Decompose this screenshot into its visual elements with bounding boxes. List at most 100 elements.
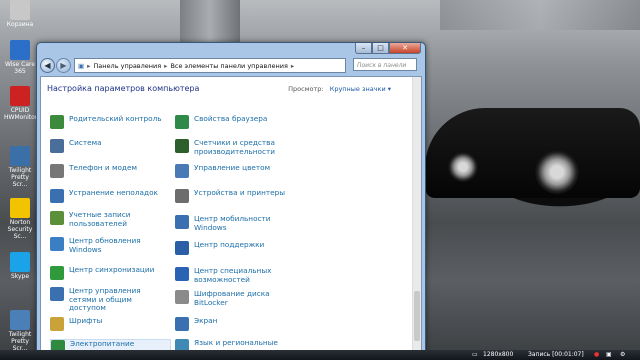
desktop-shortcut[interactable]: Twilight Pretty Scr... xyxy=(4,310,36,352)
folder-icon: ▣ xyxy=(78,61,85,70)
control-panel-item-label: Экран xyxy=(194,316,218,325)
control-panel-item-label: Свойства браузера xyxy=(194,114,268,123)
desktop-shortcut[interactable]: Wise Care 365 xyxy=(4,40,36,75)
view-by: Просмотр: Крупные значки ▾ xyxy=(288,85,391,93)
control-panel-item[interactable]: Шифрование диска BitLocker xyxy=(175,289,294,307)
control-panel-item[interactable]: Центр специальных возможностей xyxy=(175,266,294,284)
control-panel-item[interactable]: Телефон и модем xyxy=(50,163,169,178)
control-panel-item[interactable]: Устранение неполадок xyxy=(50,188,169,203)
camera-icon[interactable]: ▣ xyxy=(606,351,612,359)
control-panel-item-label: Электропитание xyxy=(70,339,135,348)
desktop-shortcut[interactable]: Skype xyxy=(4,252,36,280)
record-icon[interactable]: ● xyxy=(594,351,599,359)
control-panel-item[interactable]: Шрифты xyxy=(50,316,169,331)
user-accounts-icon xyxy=(50,211,64,225)
resolution-text: 1280x800 xyxy=(483,351,514,358)
control-panel-item[interactable]: Экран xyxy=(175,316,294,331)
control-panel-item[interactable]: Родительский контроль xyxy=(50,114,169,129)
fonts-icon xyxy=(50,317,64,331)
garage-ceiling xyxy=(180,0,240,42)
color-management-icon xyxy=(175,164,189,178)
scrollbar-thumb[interactable] xyxy=(414,291,420,341)
troubleshooting-icon xyxy=(50,189,64,203)
desktop-shortcut-label: Wise Care 365 xyxy=(4,61,36,75)
control-panel-item[interactable]: Счетчики и средства производительности xyxy=(175,138,294,156)
control-panel-item[interactable]: Система xyxy=(50,138,169,153)
desktop-shortcut[interactable]: Twilight Pretty Scr... xyxy=(4,146,36,188)
desktop-shortcut-label: Skype xyxy=(10,273,30,280)
action-center-icon xyxy=(175,241,189,255)
desktop-shortcut[interactable]: Корзина xyxy=(4,0,36,28)
wise-care-icon xyxy=(10,40,30,60)
control-panel-item[interactable]: Центр поддержки xyxy=(175,240,294,255)
control-panel-item-label: Устранение неполадок xyxy=(69,188,158,197)
forward-button[interactable]: ▶ xyxy=(56,58,71,73)
desktop-shortcut-label: Norton Security Sc... xyxy=(7,219,33,240)
parental-controls-icon xyxy=(50,115,64,129)
desktop-shortcut-label: Twilight Pretty Scr... xyxy=(8,167,32,188)
display-icon xyxy=(175,317,189,331)
taskbar: ▭ 1280x800 Запись [00:01:07] ● ▣ ⚙ xyxy=(0,350,640,360)
minimize-button[interactable]: – xyxy=(355,43,372,54)
windows-update-icon xyxy=(50,237,64,251)
control-panel-item[interactable]: Центр обновления Windows xyxy=(50,236,169,254)
control-panel-item[interactable]: Учетные записи пользователей xyxy=(50,210,169,228)
desktop-shortcut-label: Twilight Pretty Scr... xyxy=(8,331,32,352)
control-panel-item[interactable]: Центр синхронизации xyxy=(50,265,169,280)
screenshot-app-icon xyxy=(10,146,30,166)
control-panel-item-label: Шрифты xyxy=(69,316,103,325)
desktop-shortcut[interactable]: Norton Security Sc... xyxy=(4,198,36,240)
system-icon xyxy=(50,139,64,153)
address-row: ◀ ▶ ▣ ▸ Панель управления ▸ Все элементы… xyxy=(40,57,420,82)
back-button[interactable]: ◀ xyxy=(40,58,55,73)
maximize-button[interactable]: □ xyxy=(372,43,389,54)
desktop-shortcut-label: CPUID HWMonitor xyxy=(4,107,38,121)
control-panel-item-label: Родительский контроль xyxy=(69,114,162,123)
control-panel-item-label: Центр мобильности Windows xyxy=(194,214,271,232)
garage-beam xyxy=(440,0,640,30)
control-panel-item-label: Учетные записи пользователей xyxy=(69,210,131,228)
search-input[interactable]: Поиск в панели упр... xyxy=(353,58,417,82)
skype-icon xyxy=(10,252,30,272)
control-panel-item-label: Шифрование диска BitLocker xyxy=(194,289,270,307)
close-button[interactable]: ✕ xyxy=(389,43,421,54)
screen-icon: ▭ xyxy=(472,351,478,358)
control-panel-window: – □ ✕ ◀ ▶ ▣ ▸ Панель управления ▸ Все эл… xyxy=(36,42,426,355)
breadcrumb-all-items[interactable]: Все элементы панели управления xyxy=(170,62,287,70)
phone-modem-icon xyxy=(50,164,64,178)
internet-options-icon xyxy=(175,115,189,129)
view-by-dropdown[interactable]: Крупные значки ▾ xyxy=(330,85,391,93)
mobility-center-icon xyxy=(175,215,189,229)
recycle-bin-icon xyxy=(10,0,30,20)
desktop-shortcut-label: Корзина xyxy=(6,21,34,28)
screenshot-app-icon-2 xyxy=(10,310,30,330)
recording-status: Запись [00:01:07] xyxy=(528,351,584,358)
desktop-shortcut[interactable]: CPUID HWMonitor xyxy=(4,86,38,121)
breadcrumb-control-panel[interactable]: Панель управления xyxy=(93,62,161,70)
control-panel-item-label: Центр поддержки xyxy=(194,240,265,249)
ease-of-access-icon xyxy=(175,267,189,281)
bitlocker-icon xyxy=(175,290,189,304)
content-pane: Настройка параметров компьютера Просмотр… xyxy=(40,76,422,355)
norton-icon xyxy=(10,198,30,218)
settings-icon[interactable]: ⚙ xyxy=(620,351,625,359)
caption-buttons: – □ ✕ xyxy=(355,43,421,54)
car-wheel-rear xyxy=(448,152,478,182)
control-panel-item-label: Управление цветом xyxy=(194,163,271,172)
control-panel-item[interactable]: Устройства и принтеры xyxy=(175,188,294,203)
control-panel-item[interactable]: Свойства браузера xyxy=(175,114,294,129)
control-panel-item-label: Система xyxy=(69,138,102,147)
control-panel-item-label: Устройства и принтеры xyxy=(194,188,286,197)
control-panel-item[interactable]: Центр мобильности Windows xyxy=(175,214,294,232)
control-panel-item[interactable]: Управление цветом xyxy=(175,163,294,178)
network-center-icon xyxy=(50,287,64,301)
vertical-scrollbar[interactable] xyxy=(412,77,421,350)
control-panel-item[interactable]: Центр управления сетями и общим доступом xyxy=(50,286,169,313)
hwmonitor-icon xyxy=(10,86,30,106)
car-wheel xyxy=(535,150,579,194)
performance-icon xyxy=(175,139,189,153)
address-bar[interactable]: ▣ ▸ Панель управления ▸ Все элементы пан… xyxy=(74,58,346,73)
view-by-label: Просмотр: xyxy=(288,85,324,93)
control-panel-item-label: Центр управления сетями и общим доступом xyxy=(69,286,141,312)
devices-printers-icon xyxy=(175,189,189,203)
